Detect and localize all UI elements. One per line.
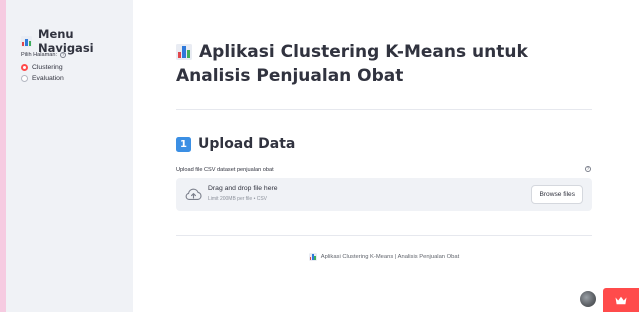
dropzone-limit: Limit 200MB per file • CSV bbox=[208, 196, 267, 202]
streamlit-badge[interactable] bbox=[603, 288, 639, 312]
question-circle-icon[interactable]: ? bbox=[585, 166, 591, 172]
sidebar-accent-border bbox=[0, 0, 6, 312]
number-badge: 1 bbox=[176, 136, 191, 152]
footer: Aplikasi Clustering K-Means | Analisis P… bbox=[176, 253, 592, 261]
dropzone-instruction: Drag and drop file here bbox=[208, 185, 278, 192]
bar-chart-icon bbox=[308, 253, 317, 261]
user-avatar[interactable] bbox=[580, 291, 596, 307]
radio-option-evaluation[interactable]: Evaluation bbox=[21, 75, 64, 82]
footer-text: Aplikasi Clustering K-Means | Analisis P… bbox=[320, 254, 460, 260]
section-title: 1 Upload Data bbox=[176, 136, 295, 152]
section-title-text: Upload Data bbox=[198, 136, 296, 152]
sidebar: Menu Navigasi Pilih Halaman: ? Clusterin… bbox=[0, 0, 133, 312]
file-dropzone[interactable]: Drag and drop file here Limit 200MB per … bbox=[176, 178, 592, 211]
divider bbox=[176, 235, 592, 236]
crown-icon bbox=[615, 296, 627, 304]
radio-option-clustering[interactable]: Clustering bbox=[21, 64, 63, 71]
bar-chart-icon bbox=[176, 43, 192, 60]
radio-option-label: Evaluation bbox=[32, 75, 64, 82]
radio-group-label-text: Pilih Halaman: bbox=[21, 52, 58, 58]
uploader-label: Upload file CSV dataset penjualan obat bbox=[176, 167, 274, 173]
bar-chart-icon bbox=[21, 35, 32, 47]
sidebar-title: Menu Navigasi bbox=[21, 27, 133, 55]
sidebar-title-text: Menu Navigasi bbox=[38, 27, 94, 55]
question-circle-icon[interactable]: ? bbox=[60, 52, 67, 58]
radio-button[interactable] bbox=[21, 75, 28, 82]
cloud-upload-icon bbox=[185, 188, 202, 201]
divider bbox=[176, 109, 592, 110]
page-title-text: Aplikasi Clustering K-Means untuk Analis… bbox=[176, 42, 528, 86]
radio-group-label: Pilih Halaman: ? bbox=[21, 52, 67, 58]
browse-files-button[interactable]: Browse files bbox=[531, 185, 583, 204]
page-title: Aplikasi Clustering K-Means untuk Analis… bbox=[176, 40, 596, 88]
radio-option-label: Clustering bbox=[32, 64, 63, 71]
radio-button-selected[interactable] bbox=[21, 64, 28, 71]
